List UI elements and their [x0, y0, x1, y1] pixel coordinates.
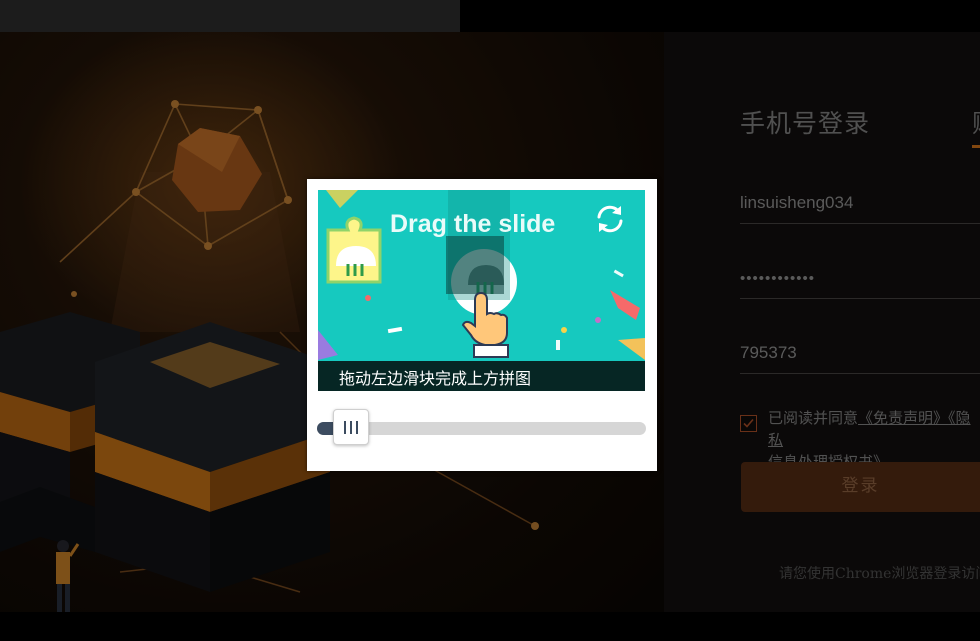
slider-handle[interactable] — [333, 409, 369, 445]
browser-top-bar — [0, 0, 980, 32]
browser-bottom-bar — [0, 612, 980, 641]
puzzle-piece — [326, 216, 382, 284]
grip-line — [356, 421, 358, 434]
captcha-instruction: 拖动左边滑块完成上方拼图 — [339, 369, 532, 388]
slider-captcha-dialog: Drag the slide 拖动左边滑块完成上方拼图 — [307, 179, 657, 471]
captcha-title: Drag the slide — [390, 210, 556, 238]
captcha-caption-bar: 拖动左边滑块完成上方拼图 — [318, 361, 645, 391]
refresh-icon[interactable] — [592, 201, 628, 237]
top-bar-left — [0, 0, 460, 32]
grip-line — [344, 421, 346, 434]
grip-line — [350, 421, 352, 434]
captcha-puzzle-image: Drag the slide 拖动左边滑块完成上方拼图 — [318, 190, 645, 391]
